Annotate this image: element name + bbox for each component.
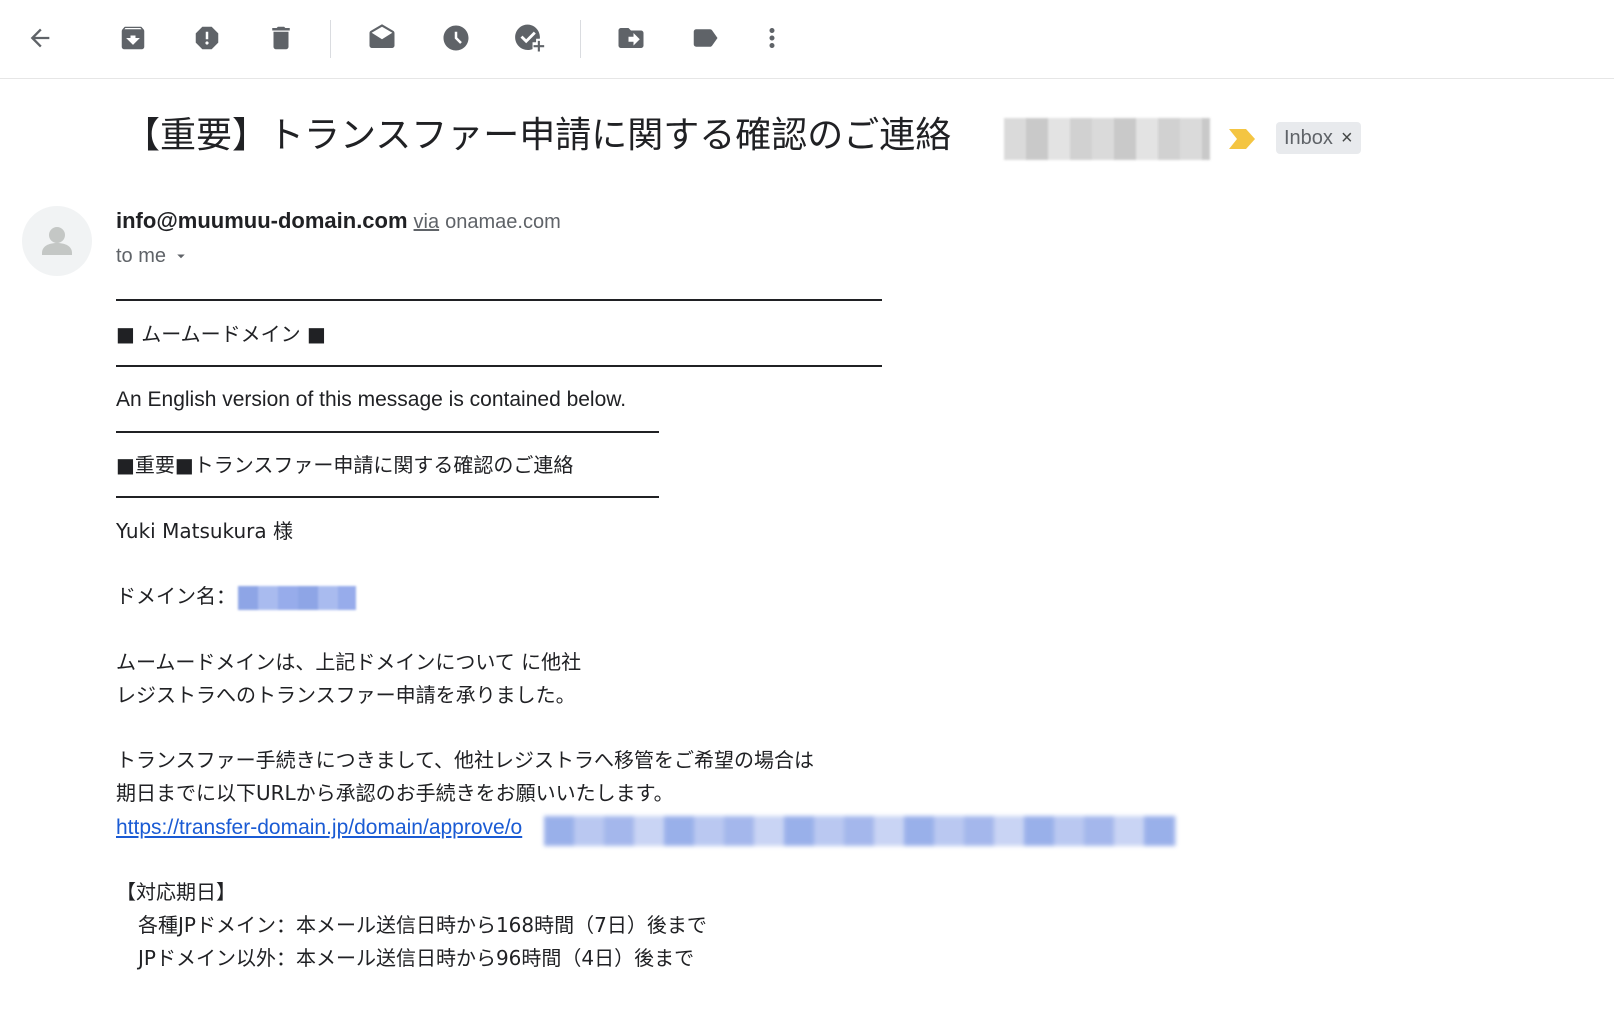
- paragraph-line: レジストラへのトランスファー申請を承りました。: [116, 683, 576, 707]
- archive-icon: [121, 26, 145, 50]
- via-link[interactable]: via: [414, 211, 440, 233]
- snooze-button[interactable]: [434, 16, 478, 60]
- email-subject: 【重要】トランスファー申請に関する確認のご連絡: [124, 115, 952, 156]
- move-to-button[interactable]: [609, 16, 653, 60]
- divider: [116, 299, 882, 301]
- paragraph-line: ムームードメインは、上記ドメインについて に他社: [116, 650, 582, 674]
- recipient-label: to me: [116, 244, 167, 267]
- inbox-label-chip: Inbox ×: [1276, 122, 1361, 154]
- approve-url-line: https://transfer-domain.jp/domain/approv…: [116, 811, 522, 843]
- redacted-subject-part: [1004, 118, 1210, 160]
- email-toolbar: [0, 0, 1614, 79]
- add-to-tasks-button[interactable]: [508, 16, 552, 60]
- back-button[interactable]: [18, 16, 62, 60]
- more-vert-icon: [769, 28, 775, 48]
- domain-label: ドメイン名：: [116, 584, 236, 608]
- avatar[interactable]: [22, 206, 92, 276]
- remove-label-button[interactable]: ×: [1341, 128, 1353, 148]
- divider: [116, 496, 659, 498]
- paragraph-line: 期日までに以下URLから承認のお手続きをお願いいたします。: [116, 781, 674, 805]
- move-to-icon: [618, 28, 644, 48]
- sender-line: info@muumuu-domain.com via onamae.com: [116, 206, 561, 236]
- body-heading: ■重要■トランスファー申請に関する確認のご連絡: [116, 453, 574, 477]
- domain-name-line: ドメイン名：: [116, 580, 356, 612]
- importance-marker-icon[interactable]: [1227, 128, 1257, 150]
- brand-line: ■ ムームードメイン ■: [116, 322, 326, 346]
- add-task-icon: [515, 24, 545, 52]
- sender-email[interactable]: info@muumuu-domain.com: [116, 208, 408, 233]
- deadline-jp: 各種JPドメイン：本メール送信日時から168時間（7日）後まで: [138, 913, 707, 937]
- deadline-heading: 【対応期日】: [116, 880, 236, 904]
- recipient-details-toggle[interactable]: to me: [116, 242, 190, 270]
- arrow-back-icon: [30, 28, 50, 48]
- trash-icon: [272, 26, 290, 50]
- subject-row: 【重要】トランスファー申請に関する確認のご連絡 Inbox ×: [124, 108, 1564, 166]
- toolbar-divider: [580, 20, 581, 58]
- via-domain: onamae.com: [445, 211, 561, 233]
- greeting: Yuki Matsukura 様: [116, 519, 294, 543]
- archive-button[interactable]: [111, 16, 155, 60]
- report-spam-icon: [195, 26, 219, 50]
- label-chip-text: Inbox: [1284, 126, 1333, 149]
- chevron-down-icon: [177, 254, 185, 259]
- clock-icon: [443, 25, 469, 51]
- redacted-url-part: [544, 816, 1176, 846]
- english-notice: An English version of this message is co…: [116, 388, 627, 411]
- divider: [116, 365, 882, 367]
- redacted-domain: [238, 585, 356, 610]
- mark-unread-button[interactable]: [360, 16, 404, 60]
- person-icon: [42, 227, 72, 255]
- divider: [116, 431, 659, 433]
- delete-button[interactable]: [259, 16, 303, 60]
- mark-unread-icon: [369, 24, 395, 48]
- toolbar-divider: [330, 20, 331, 58]
- approve-link[interactable]: https://transfer-domain.jp/domain/approv…: [116, 816, 522, 839]
- more-button[interactable]: [750, 16, 794, 60]
- deadline-non-jp: JPドメイン以外：本メール送信日時から96時間（4日）後まで: [138, 946, 695, 970]
- paragraph-line: トランスファー手続きにつきまして、他社レジストラへ移管をご希望の場合は: [116, 748, 814, 772]
- label-icon: [693, 29, 718, 47]
- labels-button[interactable]: [683, 16, 727, 60]
- report-spam-button[interactable]: [185, 16, 229, 60]
